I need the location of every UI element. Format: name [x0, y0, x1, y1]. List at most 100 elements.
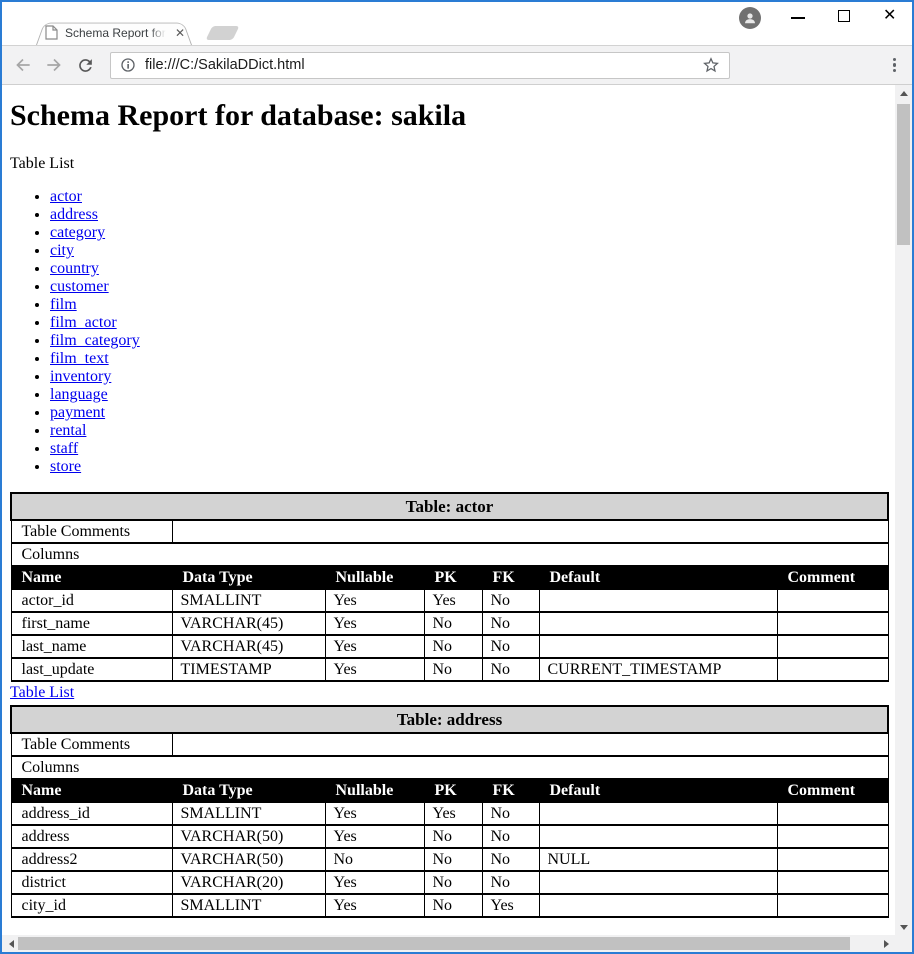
col-header: Default: [539, 566, 777, 589]
list-item: staff: [50, 440, 887, 458]
col-header: Default: [539, 779, 777, 802]
table-link-rental[interactable]: rental: [50, 422, 86, 439]
table-link-address[interactable]: address: [50, 206, 98, 223]
cell: [539, 894, 777, 917]
url-text[interactable]: file:///C:/SakilaDDict.html: [145, 57, 693, 73]
table-link-inventory[interactable]: inventory: [50, 368, 111, 385]
cell: No: [424, 612, 482, 635]
cell: No: [482, 612, 539, 635]
cell: [777, 871, 888, 894]
list-item: city: [50, 242, 887, 260]
address-bar[interactable]: file:///C:/SakilaDDict.html: [110, 52, 730, 79]
back-button[interactable]: [12, 54, 34, 76]
cell: address: [11, 825, 172, 848]
scroll-down-icon[interactable]: [895, 919, 912, 935]
cell: [777, 612, 888, 635]
list-item: film_text: [50, 350, 887, 368]
cell: No: [482, 825, 539, 848]
cell: No: [325, 848, 424, 871]
table-link-store[interactable]: store: [50, 458, 81, 475]
cell: No: [424, 825, 482, 848]
cell: Yes: [325, 802, 424, 825]
page-favicon-icon: [45, 25, 58, 40]
table-link-film-category[interactable]: film_category: [50, 332, 140, 349]
cell: VARCHAR(50): [172, 825, 325, 848]
cell: Yes: [325, 589, 424, 612]
table-link-film-actor[interactable]: film_actor: [50, 314, 117, 331]
list-item: payment: [50, 404, 887, 422]
table-link-country[interactable]: country: [50, 260, 99, 277]
cell: No: [424, 635, 482, 658]
list-item: rental: [50, 422, 887, 440]
col-header: FK: [482, 779, 539, 802]
vertical-scrollbar[interactable]: [895, 85, 912, 935]
tab-title: Schema Report for datab: [65, 26, 168, 40]
table-link-city[interactable]: city: [50, 242, 74, 259]
cell: actor_id: [11, 589, 172, 612]
col-header: Nullable: [325, 779, 424, 802]
new-tab-button[interactable]: [206, 26, 240, 40]
col-header: PK: [424, 779, 482, 802]
scroll-up-icon[interactable]: [895, 85, 912, 101]
horizontal-scrollbar[interactable]: [2, 935, 912, 952]
tab-close-icon[interactable]: ✕: [175, 27, 185, 39]
reload-button[interactable]: [74, 54, 96, 76]
minimize-button[interactable]: [791, 17, 805, 19]
list-item: country: [50, 260, 887, 278]
table-list-back-link[interactable]: Table List: [10, 684, 74, 702]
scroll-left-icon[interactable]: [3, 935, 19, 952]
cell: SMALLINT: [172, 894, 325, 917]
browser-window: Schema Report for datab ✕ ✕: [0, 0, 914, 954]
list-item: film_category: [50, 332, 887, 350]
vertical-scroll-thumb[interactable]: [897, 104, 910, 245]
table-row: district VARCHAR(20) Yes No No: [11, 871, 888, 894]
col-header: Comment: [777, 566, 888, 589]
table-link-actor[interactable]: actor: [50, 188, 82, 205]
cell: [539, 871, 777, 894]
table-link-category[interactable]: category: [50, 224, 105, 241]
cell: [777, 802, 888, 825]
cell: Yes: [424, 589, 482, 612]
col-header: Name: [11, 779, 172, 802]
table-link-film[interactable]: film: [50, 296, 77, 313]
col-header: PK: [424, 566, 482, 589]
cell: No: [424, 848, 482, 871]
cell: last_name: [11, 635, 172, 658]
column-header-row: Name Data Type Nullable PK FK Default Co…: [11, 779, 888, 802]
columns-label: Columns: [11, 543, 888, 566]
window-close-button[interactable]: ✕: [883, 7, 896, 23]
table-link-staff[interactable]: staff: [50, 440, 78, 457]
list-item: actor: [50, 188, 887, 206]
cell: VARCHAR(45): [172, 612, 325, 635]
cell: Yes: [325, 635, 424, 658]
cell: last_update: [11, 658, 172, 681]
cell: SMALLINT: [172, 802, 325, 825]
cell: district: [11, 871, 172, 894]
table-link-language[interactable]: language: [50, 386, 108, 403]
table-title: Table: address: [11, 706, 888, 733]
scroll-right-icon[interactable]: [878, 935, 894, 952]
table-list: actor address category city country cust…: [10, 188, 887, 476]
maximize-button[interactable]: [838, 10, 850, 22]
menu-icon[interactable]: [887, 54, 902, 77]
reload-icon: [76, 56, 95, 75]
table-comments-label: Table Comments: [11, 520, 172, 543]
table-link-payment[interactable]: payment: [50, 404, 105, 421]
cell: [777, 894, 888, 917]
list-item: category: [50, 224, 887, 242]
table-link-customer[interactable]: customer: [50, 278, 109, 295]
table-row: last_update TIMESTAMP Yes No No CURRENT_…: [11, 658, 888, 681]
cell: Yes: [424, 802, 482, 825]
browser-tab[interactable]: Schema Report for datab ✕: [36, 20, 192, 45]
forward-button[interactable]: [43, 54, 65, 76]
table-link-film-text[interactable]: film_text: [50, 350, 109, 367]
horizontal-scroll-thumb[interactable]: [18, 937, 850, 950]
cell: Yes: [482, 894, 539, 917]
info-icon[interactable]: [120, 57, 136, 73]
bookmark-star-icon[interactable]: [702, 56, 720, 74]
table-row: address VARCHAR(50) Yes No No: [11, 825, 888, 848]
cell: Yes: [325, 894, 424, 917]
profile-avatar-icon[interactable]: [739, 7, 761, 29]
cell: Yes: [325, 825, 424, 848]
table-row: last_name VARCHAR(45) Yes No No: [11, 635, 888, 658]
